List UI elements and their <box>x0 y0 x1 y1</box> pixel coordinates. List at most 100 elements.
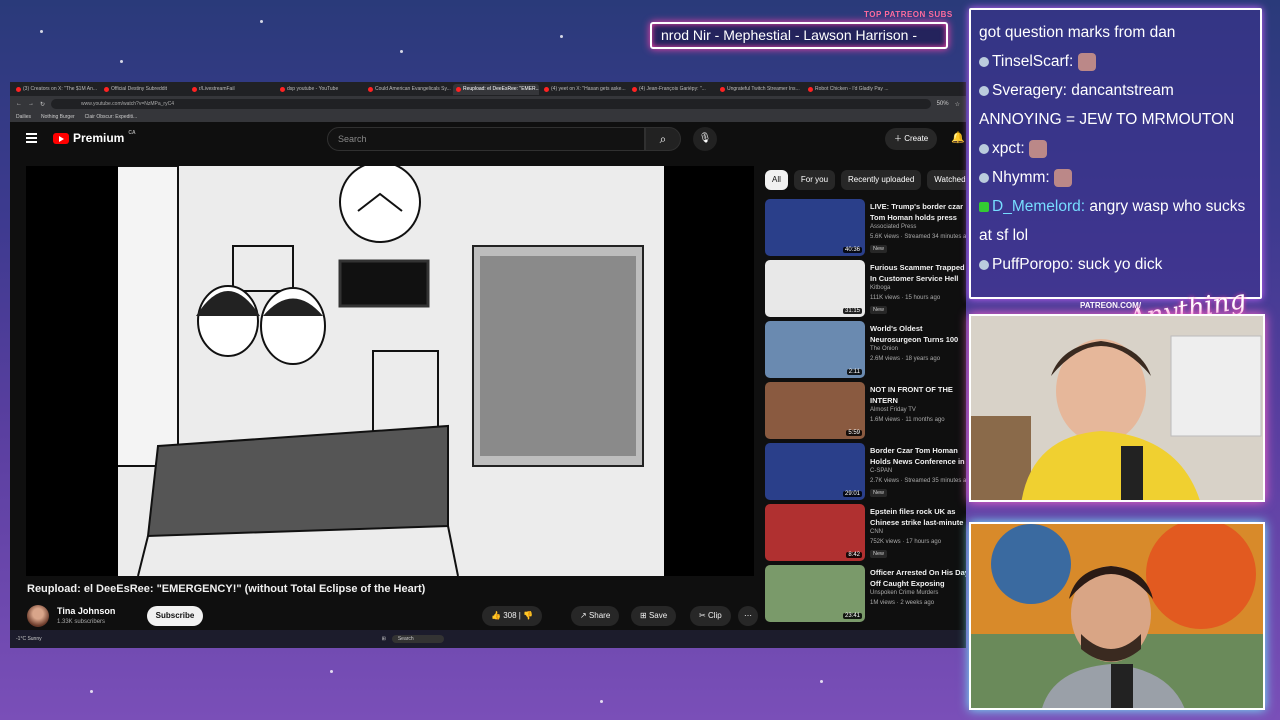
notification-bell-icon[interactable]: 🔔 <box>951 131 965 144</box>
chat-badge-icon <box>979 172 989 183</box>
recommendation-channel[interactable]: Associated Press <box>870 224 916 230</box>
chat-text: got question marks from dan <box>979 24 1176 41</box>
search-icon[interactable]: ⌕ <box>645 127 681 151</box>
browser-tab[interactable]: (4) yeet on X: "Hasan gets aske... <box>541 84 627 95</box>
recommendation-title[interactable]: World's Oldest Neurosurgeon Turns 100 <box>870 323 966 345</box>
chat-message: got question marks from dan <box>979 18 1252 47</box>
channel-name[interactable]: Tina Johnson <box>57 606 115 616</box>
recommendation-thumbnail[interactable]: 2:11 <box>765 321 865 378</box>
chat-username: D_Memelord: <box>992 198 1086 215</box>
recommendation-item[interactable]: 8:42 Epstein files rock UK as Chinese str… <box>765 504 966 565</box>
start-icon[interactable]: ⊞ <box>382 636 386 642</box>
recommendation-item[interactable]: 40:36 LIVE: Trump's border czar Tom Homan… <box>765 199 966 260</box>
recommendation-channel[interactable]: Kitboga <box>870 285 890 291</box>
hamburger-menu-icon[interactable] <box>26 133 37 143</box>
recommendation-title[interactable]: Epstein files rock UK as Chinese strike … <box>870 506 966 528</box>
tab-label: Official Destiny Subreddit <box>111 86 168 92</box>
patreon-ticker: nrod Nir - Mephestial - Lawson Harrison … <box>650 22 948 49</box>
browser-tab[interactable]: Could American Evangelicals Sy... <box>365 84 451 95</box>
recommendation-item[interactable]: 31:15 Furious Scammer Trapped In Customer… <box>765 260 966 321</box>
recommendation-item[interactable]: 5:59 NOT IN FRONT OF THE INTERN Almost Fri… <box>765 382 966 443</box>
bookmarks-bar: Dailies Nothing Burger Clair Obscur: Exped… <box>10 112 966 122</box>
webcam-bottom-image <box>971 524 1263 708</box>
filter-chip[interactable]: Recently uploaded <box>841 170 922 190</box>
recommendation-channel[interactable]: Unspoken Crime Murders <box>870 590 938 596</box>
recommendation-meta: 1M views · 2 weeks ago <box>870 600 935 606</box>
bookmark-star-icon[interactable]: ☆ <box>955 101 960 108</box>
browser-tab[interactable]: (4) Jean-François Gariépy: "... <box>629 84 715 95</box>
recommendation-thumbnail[interactable]: 40:36 <box>765 199 865 256</box>
video-duration: 5:59 <box>846 430 862 436</box>
bookmark-item[interactable]: Clair Obscur: Expediti... <box>85 114 138 120</box>
browser-tab[interactable]: r/LivestreamFail <box>189 84 275 95</box>
recommendation-title[interactable]: Border Czar Tom Homan Holds News Confere… <box>870 445 966 467</box>
recommendation-thumbnail[interactable]: 5:59 <box>765 382 865 439</box>
recommendation-title[interactable]: Officer Arrested On His Day Off Caught E… <box>870 567 966 589</box>
channel-row: Tina Johnson 1.33K subscribers Subscribe… <box>27 602 758 632</box>
recommendation-channel[interactable]: Almost Friday TV <box>870 407 916 413</box>
back-icon[interactable]: ← <box>16 101 22 107</box>
recommendation-thumbnail[interactable]: 8:42 <box>765 504 865 561</box>
clip-label: Clip <box>707 611 722 620</box>
recommendation-item[interactable]: 29:01 Border Czar Tom Homan Holds News Co… <box>765 443 966 504</box>
tab-label: (3) Creators on X: "The $1M An... <box>23 86 98 92</box>
microphone-icon[interactable]: 🎙 <box>693 127 717 151</box>
search-input[interactable]: Search <box>327 127 645 151</box>
browser-tab[interactable]: dsp youtube - YouTube <box>277 84 363 95</box>
subscribe-button[interactable]: Subscribe <box>147 606 203 626</box>
recommendation-title[interactable]: LIVE: Trump's border czar Tom Homan hold… <box>870 201 966 223</box>
recommendation-channel[interactable]: CNN <box>870 529 883 535</box>
recommendation-title[interactable]: NOT IN FRONT OF THE INTERN <box>870 384 966 406</box>
filter-chip[interactable]: For you <box>793 170 836 190</box>
webcam-bottom <box>969 522 1265 710</box>
tab-favicon-icon <box>280 86 285 92</box>
zoom-indicator[interactable]: 50% <box>937 101 949 107</box>
browser-tab[interactable]: (3) Creators on X: "The $1M An... <box>13 84 99 95</box>
chat-text: suck yo dick <box>1077 256 1163 273</box>
video-frame <box>118 166 664 576</box>
create-button[interactable]: ＋ Create <box>885 128 938 150</box>
channel-avatar[interactable] <box>27 605 49 627</box>
share-button[interactable]: ↗ Share <box>571 606 620 626</box>
tab-label: (4) yeet on X: "Hasan gets aske... <box>551 86 626 92</box>
chat-username: Nhymm: <box>992 169 1050 186</box>
bookmark-item[interactable]: Nothing Burger <box>41 114 75 120</box>
patreon-heading: TOP PATREON SUBS <box>864 10 953 19</box>
recommendation-item[interactable]: 2:11 World's Oldest Neurosurgeon Turns 10… <box>765 321 966 382</box>
filter-chip[interactable]: Watched <box>927 170 966 190</box>
browser-tab[interactable]: Ungrateful Twitch Streamer Ins... <box>717 84 803 95</box>
recommendation-meta: 2.7K views · Streamed 35 minutes ago <box>870 478 966 484</box>
recommendation-title[interactable]: Furious Scammer Trapped In Customer Serv… <box>870 262 966 284</box>
browser-tab[interactable]: Reupload: el DeeEsRee: "EMER... <box>453 83 539 95</box>
weather-widget[interactable]: -1°C Sunny <box>16 636 42 642</box>
recommendation-thumbnail[interactable]: 29:01 <box>765 443 865 500</box>
bookmark-item[interactable]: Dailies <box>16 114 31 120</box>
url-field[interactable]: www.youtube.com/watch?v=NzMPa_ryC4 <box>51 99 931 109</box>
clip-button[interactable]: ✂ Clip <box>690 606 731 626</box>
recommendation-channel[interactable]: The Onion <box>870 346 898 352</box>
recommendation-thumbnail[interactable]: 23:41 <box>765 565 865 622</box>
browser-tab[interactable]: Official Destiny Subreddit <box>101 84 187 95</box>
like-button[interactable]: 👍 308 | 👎 <box>482 606 543 626</box>
chat-badge-icon <box>979 56 989 67</box>
recommendation-meta: 1.6M views · 11 months ago <box>870 417 945 423</box>
new-badge: New <box>870 306 888 314</box>
youtube-logo[interactable]: Premium CA <box>53 130 136 145</box>
video-title: Reupload: el DeeEsRee: "EMERGENCY!" (wit… <box>27 583 426 595</box>
reload-icon[interactable]: ↻ <box>40 101 45 108</box>
recommendation-thumbnail[interactable]: 31:15 <box>765 260 865 317</box>
filter-chip[interactable]: All <box>765 170 788 190</box>
tab-label: Reupload: el DeeEsRee: "EMER... <box>463 86 539 92</box>
forward-icon[interactable]: → <box>28 101 34 107</box>
browser-tab[interactable]: Robot Chicken - I'd Gladly Pay ... <box>805 84 891 95</box>
recommendation-meta: 111K views · 15 hours ago <box>870 295 941 301</box>
recommendation-channel[interactable]: C-SPAN <box>870 468 892 474</box>
chat-username: xpct: <box>992 140 1025 157</box>
recommendation-item[interactable]: 23:41 Officer Arrested On His Day Off Cau… <box>765 565 966 626</box>
save-button[interactable]: ⊞ Save <box>631 606 677 626</box>
video-player[interactable] <box>26 166 754 576</box>
youtube-play-icon <box>53 132 69 144</box>
chat-message: TinselScarf: <box>979 47 1252 76</box>
taskbar-search[interactable]: Search <box>391 635 444 643</box>
more-actions-icon[interactable]: ⋯ <box>738 606 758 626</box>
